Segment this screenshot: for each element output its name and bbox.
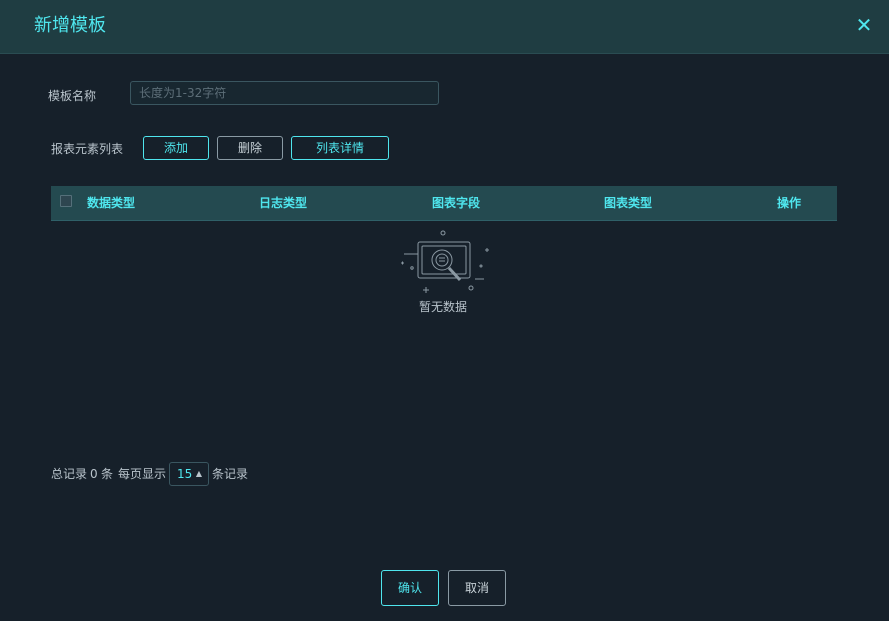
column-header-chart-type: 图表类型 xyxy=(604,196,653,210)
close-icon[interactable]: ✕ xyxy=(855,14,873,36)
per-page-label: 每页显示 xyxy=(118,467,167,481)
confirm-button[interactable]: 确认 xyxy=(381,570,439,606)
cancel-button[interactable]: 取消 xyxy=(448,570,506,606)
total-records-count: 0 xyxy=(90,467,98,481)
total-records-label: 总记录 xyxy=(51,467,88,481)
column-header-actions: 操作 xyxy=(777,196,802,210)
empty-data-text: 暂无数据 xyxy=(418,300,467,314)
column-header-data-type: 数据类型 xyxy=(87,196,136,210)
page-size-value: 15 xyxy=(177,467,193,481)
dialog-header: 新增模板 ✕ xyxy=(0,0,889,54)
select-all-checkbox[interactable] xyxy=(60,195,72,207)
caret-up-icon: ▲ xyxy=(195,469,202,478)
report-elements-label: 报表元素列表 xyxy=(51,142,124,156)
table-header: 数据类型 日志类型 图表字段 图表类型 操作 xyxy=(51,186,837,221)
total-records-unit: 条 xyxy=(101,467,114,481)
add-button[interactable]: 添加 xyxy=(143,136,209,160)
delete-button[interactable]: 删除 xyxy=(217,136,283,160)
template-name-label: 模板名称 xyxy=(48,89,97,103)
column-header-log-type: 日志类型 xyxy=(259,196,308,210)
page-size-select[interactable]: 15 ▲ xyxy=(169,462,209,486)
template-name-input[interactable] xyxy=(130,81,439,105)
column-header-chart-field: 图表字段 xyxy=(432,196,481,210)
add-template-dialog: 新增模板 ✕ 模板名称 报表元素列表 添加 删除 列表详情 数据类型 日志类型 … xyxy=(0,0,889,621)
list-detail-button[interactable]: 列表详情 xyxy=(291,136,389,160)
per-page-unit: 条记录 xyxy=(212,467,249,481)
empty-data-icon xyxy=(396,228,492,298)
dialog-title: 新增模板 xyxy=(34,15,106,36)
